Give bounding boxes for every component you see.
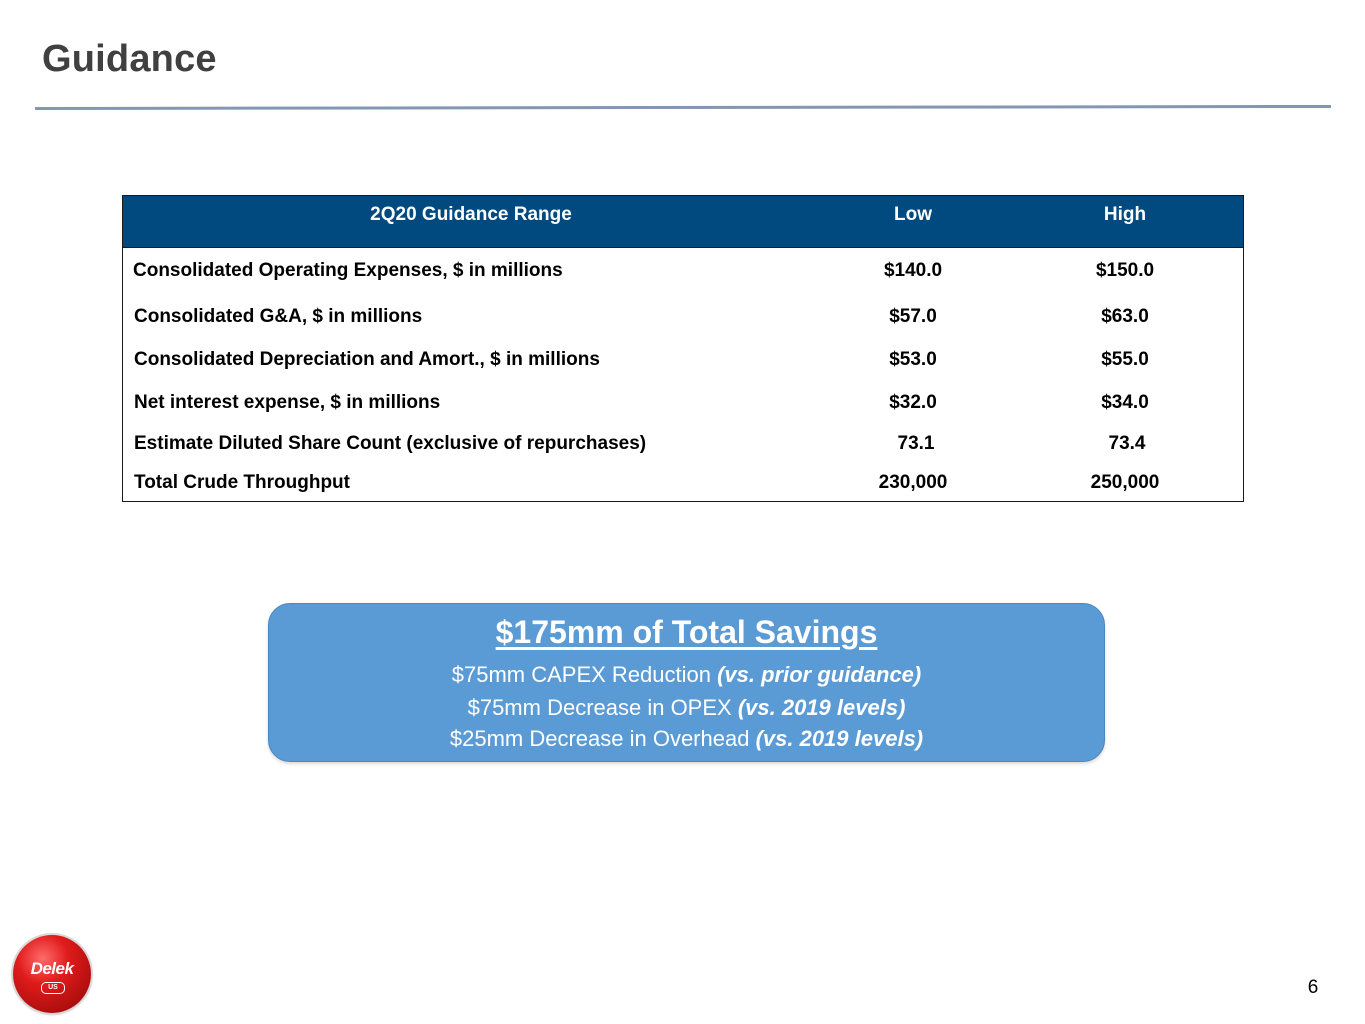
table-row: Consolidated Operating Expenses, $ in mi…	[123, 260, 1243, 290]
savings-line-opex: $75mm Decrease in OPEX (vs. 2019 levels)	[269, 695, 1104, 721]
row-high-value: $150.0	[1095, 260, 1155, 281]
row-label: Consolidated Operating Expenses, $ in mi…	[133, 260, 563, 281]
savings-line-capex: $75mm CAPEX Reduction (vs. prior guidanc…	[269, 662, 1104, 688]
header-guidance-range: 2Q20 Guidance Range	[370, 204, 572, 225]
title-divider	[35, 104, 1331, 110]
row-high-value: 73.4	[1108, 433, 1146, 454]
savings-line-text: $75mm Decrease in OPEX	[467, 695, 738, 720]
table-row: Consolidated G&A, $ in millions $57.0 $6…	[123, 306, 1243, 336]
savings-title: $175mm of Total Savings	[495, 614, 878, 650]
row-low-value: 230,000	[878, 472, 948, 493]
guidance-table: 2Q20 Guidance Range Low High Consolidate…	[122, 195, 1244, 502]
row-label: Net interest expense, $ in millions	[134, 392, 441, 413]
row-label: Consolidated Depreciation and Amort., $ …	[134, 349, 600, 370]
logo-sub: US	[41, 982, 65, 994]
savings-line-text: $25mm Decrease in Overhead	[449, 726, 756, 751]
header-high: High	[1103, 204, 1147, 225]
savings-line-note: (vs. prior guidance)	[717, 662, 922, 687]
delek-logo-icon: Delek US	[13, 935, 91, 1013]
row-high-value: 250,000	[1090, 472, 1160, 493]
table-row: Consolidated Depreciation and Amort., $ …	[123, 349, 1243, 379]
savings-line-text: $75mm CAPEX Reduction	[451, 662, 718, 687]
row-low-value: $57.0	[889, 306, 937, 327]
savings-line-note: (vs. 2019 levels)	[737, 695, 906, 720]
page-number: 6	[1307, 977, 1319, 998]
slide: Guidance 2Q20 Guidance Range Low High Co…	[0, 0, 1365, 1024]
table-row: Total Crude Throughput 230,000 250,000	[123, 472, 1243, 502]
header-low: Low	[894, 204, 932, 225]
row-high-value: $63.0	[1101, 306, 1149, 327]
row-high-value: $34.0	[1101, 392, 1149, 413]
row-label: Estimate Diluted Share Count (exclusive …	[134, 433, 647, 454]
row-label: Total Crude Throughput	[134, 472, 350, 493]
table-row: Net interest expense, $ in millions $32.…	[123, 392, 1243, 422]
row-low-value: $140.0	[883, 260, 943, 281]
savings-callout: $175mm of Total Savings $75mm CAPEX Redu…	[268, 603, 1105, 762]
row-low-value: $32.0	[889, 392, 937, 413]
row-low-value: 73.1	[897, 433, 935, 454]
savings-line-overhead: $25mm Decrease in Overhead (vs. 2019 lev…	[269, 726, 1104, 752]
row-low-value: $53.0	[889, 349, 937, 370]
table-row: Estimate Diluted Share Count (exclusive …	[123, 433, 1243, 463]
table-header: 2Q20 Guidance Range Low High	[123, 196, 1243, 248]
page-title: Guidance	[42, 38, 217, 80]
row-high-value: $55.0	[1101, 349, 1149, 370]
row-label: Consolidated G&A, $ in millions	[134, 306, 423, 327]
savings-line-note: (vs. 2019 levels)	[755, 726, 924, 751]
logo-name: Delek	[30, 959, 74, 978]
